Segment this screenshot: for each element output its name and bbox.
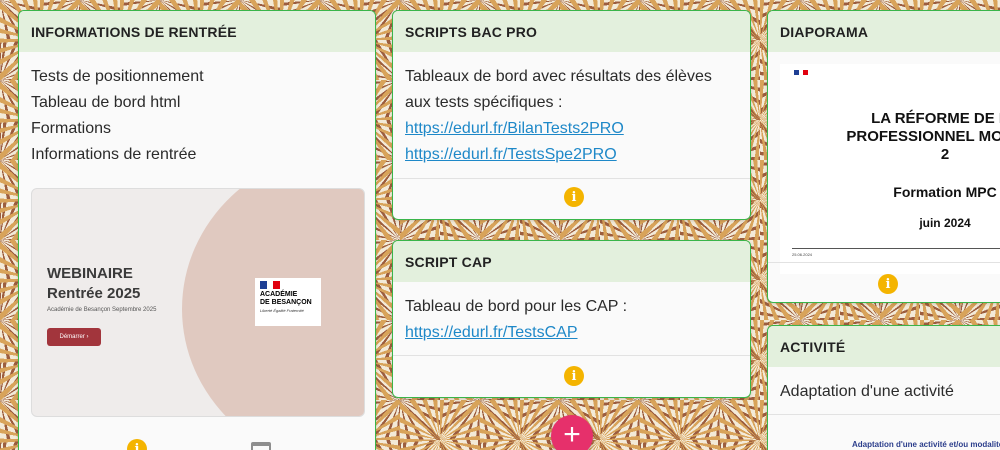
text-line: Informations de rentrée (31, 146, 197, 163)
divider (768, 414, 1000, 415)
text-line: Formations (31, 120, 112, 137)
text-line: Tableau de bord html (31, 94, 181, 111)
card-activite[interactable]: ACTIVITÉ Adaptation d'une activité Adapt… (767, 325, 1000, 450)
card-title: SCRIPTS BAC PRO (393, 11, 750, 52)
link-tests-spe[interactable]: https://edurl.fr/TestsSpe2PRO (405, 142, 738, 168)
thumbnail-subtitle: Académie de Besançon Septembre 2025 (47, 307, 157, 313)
academie-logo: ACADÉMIE DE BESANÇON Liberté Égalité Fra… (255, 278, 321, 326)
card-diaporama[interactable]: DIAPORAMA LA RÉFORME DE LA PROFESSIONNEL… (767, 10, 1000, 303)
webinar-thumbnail[interactable]: WEBINAIRE Rentrée 2025 Académie de Besan… (31, 188, 365, 417)
add-button[interactable]: + (551, 415, 593, 450)
start-button-label: Démarrer (59, 334, 85, 340)
slide-subtitle: Formation MPC (893, 184, 997, 200)
thumbnail-title-line: WEBINAIRE (47, 265, 133, 282)
grid-icon[interactable] (251, 442, 271, 450)
card-title: ACTIVITÉ (768, 326, 1000, 367)
slide-footer: 25.06.2024 (792, 252, 813, 257)
card-text: Tableau de bord pour les CAP : (405, 298, 628, 315)
card-script-cap[interactable]: SCRIPT CAP Tableau de bord pour les CAP … (392, 240, 751, 398)
link-tests-cap[interactable]: https://edurl.fr/TestsCAP (405, 320, 738, 346)
card-text: Tableaux de bord avec résultats des élèv… (405, 68, 712, 111)
logo-line: ACADÉMIE (260, 291, 298, 298)
thumbnail-title-line: Rentrée 2025 (47, 285, 141, 302)
card-content: Tests de positionnement Tableau de bord … (19, 52, 375, 168)
activite-preview-text: Adaptation d'une activité et/ou modalité (852, 440, 1000, 449)
text-line: Tests de positionnement (31, 68, 204, 85)
info-icon[interactable]: i (564, 187, 584, 207)
logo-line: DE BESANÇON (260, 299, 312, 306)
divider (393, 178, 750, 179)
card-content: Tableau de bord pour les CAP : https://e… (393, 282, 750, 346)
slide-line (792, 248, 1000, 249)
slide-date: juin 2024 (919, 216, 971, 230)
card-title: DIAPORAMA (768, 11, 1000, 52)
thumbnail-title: WEBINAIRE Rentrée 2025 (47, 264, 140, 304)
card-text: Adaptation d'une activité (780, 383, 954, 400)
card-title: INFORMATIONS DE RENTRÉE (19, 11, 375, 52)
divider (768, 262, 1000, 263)
thumbnail-start-button[interactable]: Démarrer › (47, 328, 101, 346)
divider (393, 355, 750, 356)
card-title: SCRIPT CAP (393, 241, 750, 282)
flag-icon (794, 70, 809, 75)
card-content: Adaptation d'une activité (768, 367, 1000, 405)
slide-title: LA RÉFORME DE LA PROFESSIONNEL MODULE 2 (846, 110, 1000, 163)
info-icon[interactable]: i (878, 274, 898, 294)
card-content: Tableaux de bord avec résultats des élèv… (393, 52, 750, 168)
link-bilan-tests[interactable]: https://edurl.fr/BilanTests2PRO (405, 116, 738, 142)
flag-icon (260, 281, 281, 289)
card-informations-rentree[interactable]: INFORMATIONS DE RENTRÉE Tests de positio… (18, 10, 376, 450)
info-icon[interactable]: i (564, 366, 584, 386)
logo-motto: Liberté Égalité Fraternité (260, 308, 304, 313)
diaporama-slide[interactable]: LA RÉFORME DE LA PROFESSIONNEL MODULE 2 … (780, 64, 1000, 274)
info-icon[interactable]: i (127, 439, 147, 450)
card-scripts-bac-pro[interactable]: SCRIPTS BAC PRO Tableaux de bord avec ré… (392, 10, 751, 220)
logo-text: ACADÉMIE DE BESANÇON (260, 291, 316, 307)
